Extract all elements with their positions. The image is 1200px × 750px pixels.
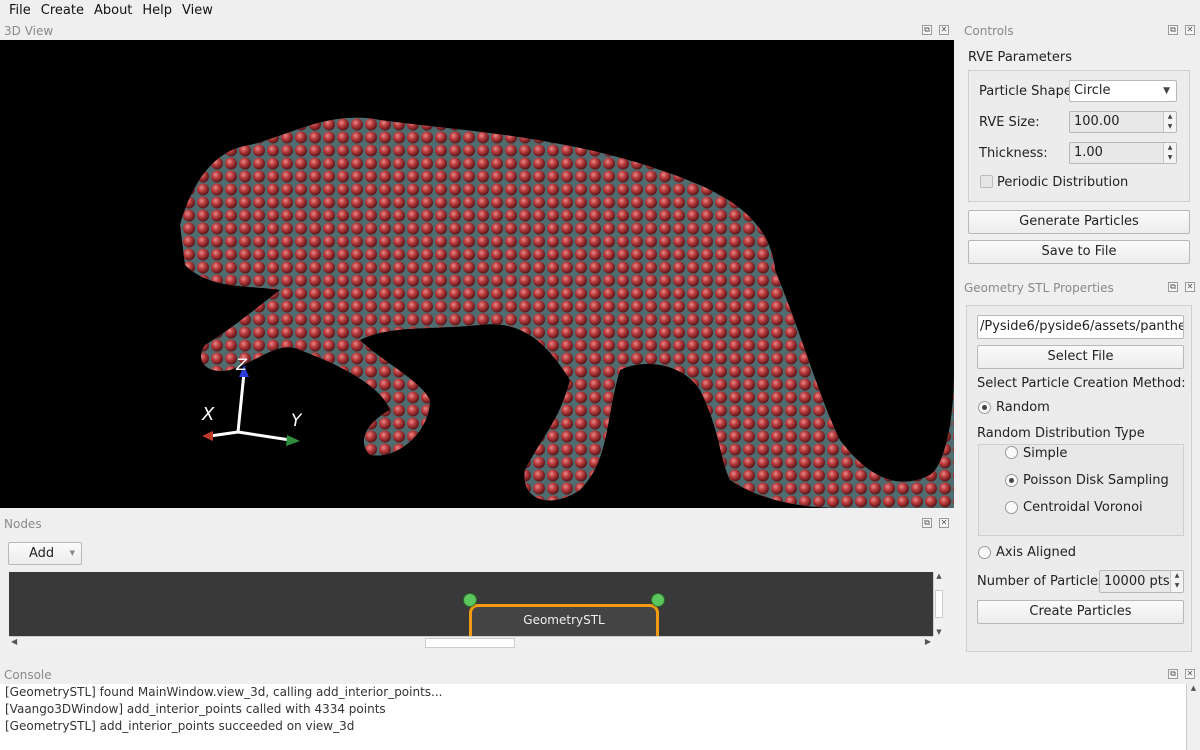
create-particles-button[interactable]: Create Particles	[977, 600, 1184, 624]
simple-label: Simple	[1023, 446, 1068, 461]
menu-file[interactable]: File	[4, 0, 36, 21]
controls-close-icon[interactable]: ✕	[1185, 25, 1195, 35]
console-line: [GeometrySTL] add_interior_points succee…	[5, 719, 355, 733]
creation-method-label: Select Particle Creation Method:	[977, 376, 1186, 391]
periodic-distribution-label: Periodic Distribution	[997, 175, 1129, 190]
random-radio[interactable]	[978, 401, 991, 414]
console-vertical-scrollbar[interactable]: ▲	[1186, 684, 1200, 750]
rve-parameters-label: RVE Parameters	[968, 50, 1072, 65]
rve-size-value: 100.00	[1074, 114, 1120, 129]
node-output-port[interactable]	[651, 593, 665, 607]
thickness-label: Thickness:	[979, 146, 1048, 161]
scroll-up-icon[interactable]: ▲	[1187, 684, 1200, 692]
generate-particles-button[interactable]: Generate Particles	[968, 210, 1190, 234]
centroidal-voronoi-label: Centroidal Voronoi	[1023, 500, 1143, 515]
scrollbar-thumb[interactable]	[935, 590, 943, 618]
menu-view[interactable]: View	[177, 0, 218, 21]
rve-size-spinbox[interactable]: 100.00 ▲ ▼	[1069, 111, 1177, 133]
scroll-left-icon[interactable]: ◀	[11, 637, 17, 646]
view3d-close-icon[interactable]: ✕	[939, 25, 949, 35]
random-label: Random	[996, 400, 1050, 415]
console-close-icon[interactable]: ✕	[1185, 669, 1195, 679]
menu-bar: File Create About Help View	[0, 0, 1200, 21]
scroll-right-icon[interactable]: ▶	[925, 637, 931, 646]
controls-float-icon[interactable]: ⧉	[1168, 25, 1178, 35]
scrollbar-thumb[interactable]	[425, 638, 515, 648]
centroidal-voronoi-radio[interactable]	[1005, 501, 1018, 514]
select-file-button[interactable]: Select File	[977, 345, 1184, 369]
console-output[interactable]: [GeometrySTL] found MainWindow.view_3d, …	[0, 684, 1186, 750]
node-horizontal-scrollbar[interactable]: ◀ ▶	[9, 636, 933, 649]
particle-shape-value: Circle	[1074, 83, 1111, 98]
geometry-float-icon[interactable]: ⧉	[1168, 282, 1178, 292]
scroll-down-icon[interactable]: ▼	[934, 628, 944, 636]
simple-radio[interactable]	[1005, 446, 1018, 459]
poisson-disk-radio[interactable]	[1005, 474, 1018, 487]
node-title: GeometrySTL	[523, 613, 605, 627]
thickness-value: 1.00	[1074, 145, 1103, 160]
console-dock-title: Console	[4, 668, 52, 682]
number-of-particles-spinbox[interactable]: 10000 pts ▲ ▼	[1099, 570, 1184, 593]
console-line: [GeometrySTL] found MainWindow.view_3d, …	[5, 685, 443, 699]
add-node-button[interactable]: Add ▼	[8, 542, 82, 565]
panther-model: Z Y X	[180, 117, 954, 508]
spin-arrows-icon[interactable]: ▲ ▼	[1170, 571, 1183, 592]
number-of-particles-value: 10000 pts	[1104, 574, 1170, 589]
node-graph-canvas[interactable]: GeometrySTL	[9, 572, 933, 636]
nodes-dock-title: Nodes	[4, 517, 42, 531]
particle-shape-select[interactable]: Circle ▼	[1069, 80, 1177, 102]
console-line: [Vaango3DWindow] add_interior_points cal…	[5, 702, 386, 716]
axis-z-label: Z	[235, 355, 248, 374]
add-node-label: Add	[29, 546, 55, 561]
periodic-distribution-checkbox[interactable]	[980, 175, 993, 188]
spin-arrows-icon[interactable]: ▲ ▼	[1163, 143, 1176, 163]
axis-aligned-label: Axis Aligned	[996, 545, 1076, 560]
view3d-dock-title: 3D View	[4, 24, 54, 38]
save-to-file-button[interactable]: Save to File	[968, 240, 1190, 264]
thickness-spinbox[interactable]: 1.00 ▲ ▼	[1069, 142, 1177, 164]
chevron-down-icon: ▼	[69, 549, 75, 557]
console-float-icon[interactable]: ⧉	[1168, 669, 1178, 679]
viewport-3d[interactable]: Z Y X	[0, 40, 954, 508]
menu-help[interactable]: Help	[137, 0, 177, 21]
geometry-dock-title: Geometry STL Properties	[964, 281, 1114, 295]
nodes-close-icon[interactable]: ✕	[939, 518, 949, 528]
controls-dock-title: Controls	[964, 24, 1014, 38]
node-input-port[interactable]	[463, 593, 477, 607]
node-vertical-scrollbar[interactable]: ▲ ▼	[933, 572, 944, 636]
chevron-down-icon: ▼	[1163, 86, 1170, 96]
geometry-close-icon[interactable]: ✕	[1185, 282, 1195, 292]
scroll-up-icon[interactable]: ▲	[934, 572, 944, 580]
spin-arrows-icon[interactable]: ▲ ▼	[1163, 112, 1176, 132]
distribution-type-label: Random Distribution Type	[977, 426, 1145, 441]
node-geometrystl[interactable]: GeometrySTL	[469, 604, 659, 636]
menu-create[interactable]: Create	[36, 0, 89, 21]
rve-size-label: RVE Size:	[979, 115, 1040, 130]
axis-aligned-radio[interactable]	[978, 546, 991, 559]
nodes-float-icon[interactable]: ⧉	[922, 518, 932, 528]
number-of-particles-label: Number of Particles:	[977, 574, 1110, 589]
axis-y-label: Y	[291, 411, 303, 431]
poisson-disk-label: Poisson Disk Sampling	[1023, 473, 1169, 488]
view3d-float-icon[interactable]: ⧉	[922, 25, 932, 35]
axis-x-label: X	[201, 404, 215, 425]
menu-about[interactable]: About	[89, 0, 137, 21]
stl-file-path-field[interactable]: /Pyside6/pyside6/assets/panther.stl	[977, 315, 1184, 339]
particle-shape-label: Particle Shape:	[979, 84, 1077, 99]
